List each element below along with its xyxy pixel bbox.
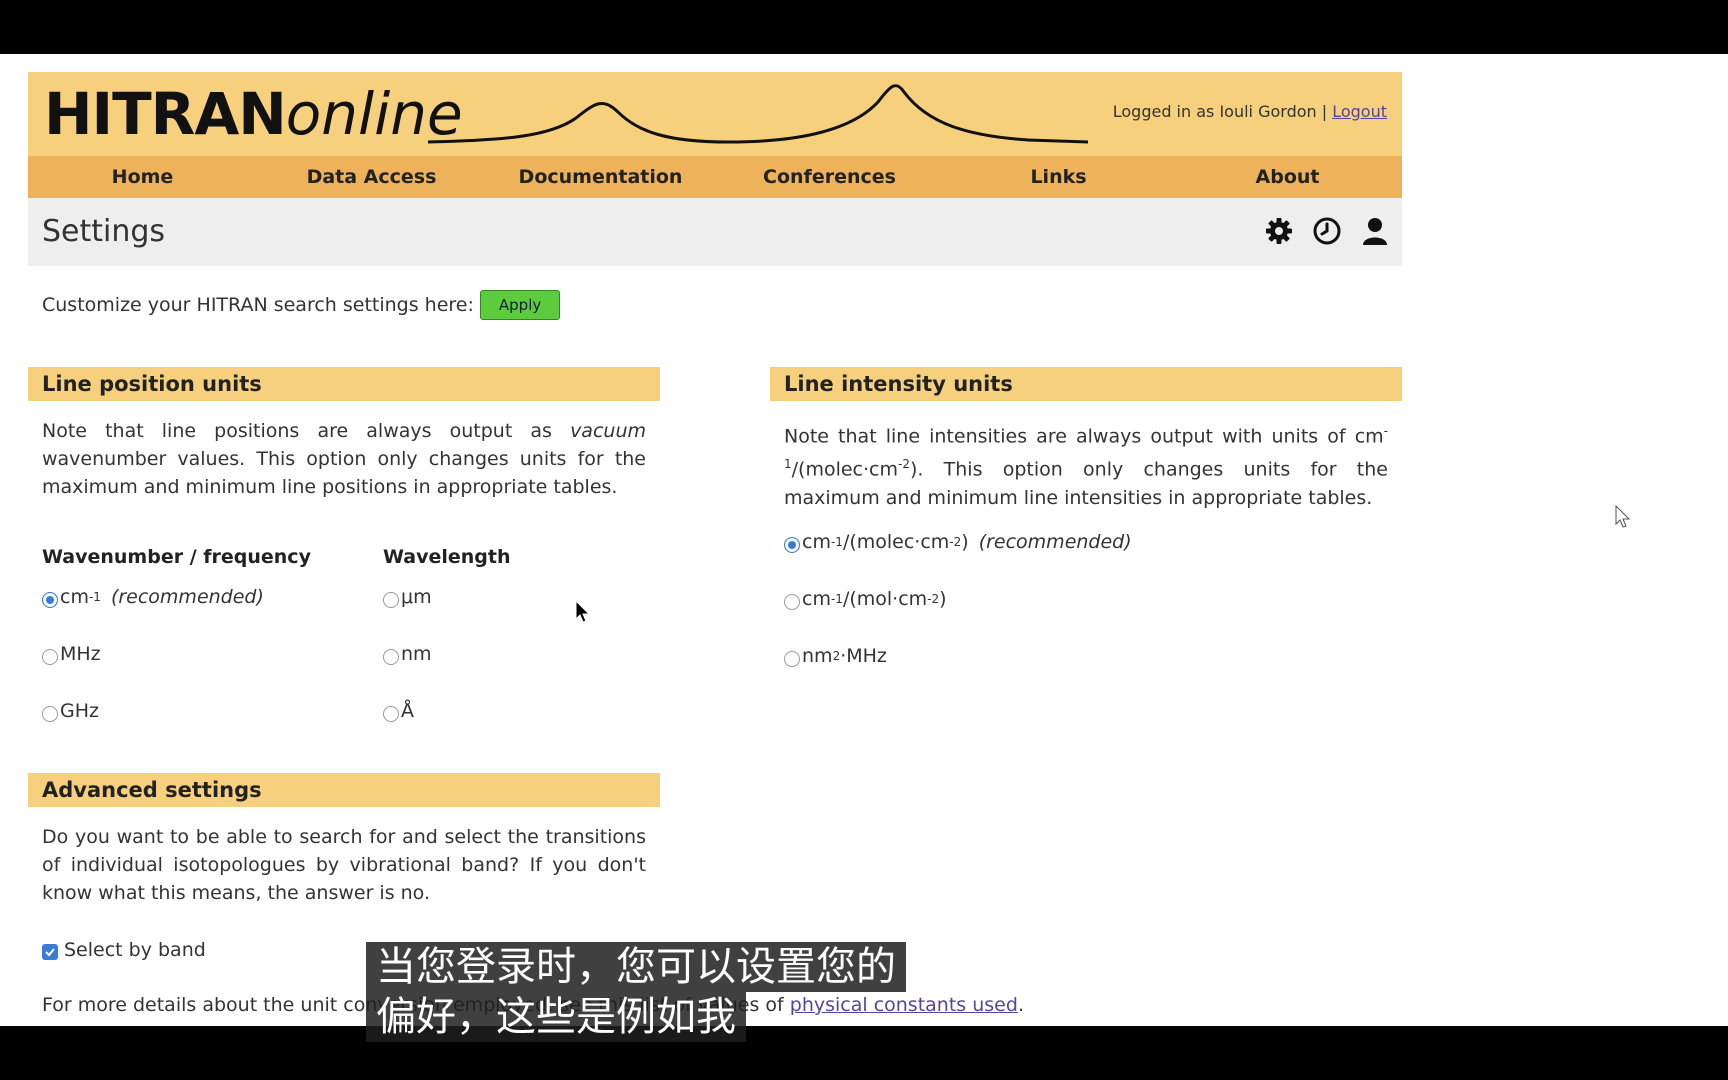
line-intensity-heading: Line intensity units (770, 367, 1402, 401)
option-label: MHz (60, 643, 101, 665)
clock-icon[interactable] (1312, 216, 1342, 246)
option-mhz[interactable]: MHz (42, 643, 101, 665)
option-label: cm (802, 531, 831, 553)
note-unit: /(molec·cm (791, 458, 898, 481)
mouse-cursor-icon (575, 600, 591, 623)
page-title: Settings (42, 214, 166, 249)
radio-cm-molec[interactable] (784, 537, 800, 553)
advanced-note: Do you want to be able to search for and… (42, 826, 646, 904)
note-italic: vacuum (570, 420, 646, 442)
login-text: Logged in as Iouli Gordon | (1112, 102, 1328, 121)
option-label: ) (939, 588, 947, 610)
nav-documentation[interactable]: Documentation (486, 156, 715, 198)
radio-angstrom[interactable] (383, 706, 399, 722)
line-position-heading: Line position units (28, 367, 660, 401)
title-bar: Settings (28, 198, 1402, 266)
recommended-note: (recommended) (978, 531, 1132, 553)
gear-icon[interactable] (1264, 216, 1294, 246)
option-label: nm (401, 643, 432, 665)
note-text: Note that line positions are always outp… (42, 420, 571, 442)
site-header: HITRANonline Logged in as Iouli Gordon |… (28, 72, 1402, 156)
option-label: /(molec·cm (842, 531, 950, 553)
logo-italic-text: online (285, 80, 463, 148)
user-icon[interactable] (1360, 216, 1390, 246)
note-text-end: wavenumber values. This option only chan… (42, 448, 646, 498)
note-unit: cm (1354, 425, 1384, 448)
nav-home[interactable]: Home (28, 156, 257, 198)
customize-row: Customize your HITRAN search settings he… (42, 290, 561, 320)
note-sup: -2 (898, 457, 910, 472)
option-label: ·MHz (840, 645, 887, 667)
logout-link[interactable]: Logout (1332, 102, 1387, 121)
login-status: Logged in as Iouli Gordon | Logout (1113, 102, 1387, 121)
option-label: cm (802, 588, 831, 610)
video-subtitle: 当您登录时，您可以设置您的 偏好，这些是例如我 (366, 942, 950, 1042)
option-angstrom[interactable]: Å (383, 700, 414, 722)
advanced-heading: Advanced settings (28, 773, 660, 807)
option-ghz[interactable]: GHz (42, 700, 99, 722)
customize-text: Customize your HITRAN search settings he… (42, 294, 474, 316)
logo-bold-text: HITRAN (44, 80, 287, 148)
apply-button[interactable]: Apply (479, 290, 561, 320)
option-sup: -2 (949, 535, 962, 549)
option-label: nm (802, 645, 833, 667)
select-by-band-option[interactable]: Select by band (42, 939, 206, 961)
option-sup: 2 (832, 649, 841, 663)
option-cm-1[interactable]: cm -1 (recommended) (42, 586, 264, 608)
radio-mhz[interactable] (42, 649, 58, 665)
nav-links[interactable]: Links (944, 156, 1173, 198)
option-sup: -2 (927, 592, 940, 606)
wavelength-heading: Wavelength (383, 546, 511, 568)
nav-data-access[interactable]: Data Access (257, 156, 486, 198)
recommended-note: (recommended) (110, 586, 264, 608)
radio-cm-mol[interactable] (784, 594, 800, 610)
toolbar-icons (1264, 216, 1390, 246)
line-intensity-note: Note that line intensities are always ou… (784, 417, 1388, 512)
option-sup: -1 (88, 590, 101, 604)
option-cm-mol[interactable]: cm -1/(mol·cm -2) (784, 588, 947, 610)
option-label: /(mol·cm (842, 588, 928, 610)
option-label: μm (401, 586, 432, 608)
option-nm[interactable]: nm (383, 643, 432, 665)
line-position-note: Note that line positions are always outp… (42, 417, 646, 501)
option-label: cm (60, 586, 89, 608)
option-cm-molec[interactable]: cm -1/(molec·cm -2) (recommended) (784, 531, 1132, 553)
subtitle-line-1: 当您登录时，您可以设置您的 (366, 942, 906, 992)
option-um[interactable]: μm (383, 586, 432, 608)
option-nm2-mhz[interactable]: nm 2 ·MHz (784, 645, 887, 667)
nav-conferences[interactable]: Conferences (715, 156, 944, 198)
checkbox-label: Select by band (64, 939, 206, 961)
select-by-band-checkbox[interactable] (42, 944, 58, 960)
radio-nm2-mhz[interactable] (784, 651, 800, 667)
main-nav: Home Data Access Documentation Conferenc… (28, 156, 1402, 198)
nav-about[interactable]: About (1173, 156, 1402, 198)
wavenumber-heading: Wavenumber / frequency (42, 546, 311, 568)
option-sup: -1 (830, 592, 843, 606)
option-label: GHz (60, 700, 99, 722)
option-label: ) (961, 531, 969, 553)
subtitle-line-2: 偏好，这些是例如我 (366, 992, 746, 1042)
checkmark-icon (45, 948, 55, 957)
footer-end: . (1017, 994, 1024, 1016)
option-sup: -1 (830, 535, 843, 549)
radio-cm-1[interactable] (42, 592, 58, 608)
note-text: Note that line intensities are always ou… (784, 425, 1346, 448)
radio-um[interactable] (383, 592, 399, 608)
page: HITRANonline Logged in as Iouli Gordon |… (0, 54, 1728, 1026)
site-logo[interactable]: HITRANonline (44, 80, 463, 148)
option-label: Å (401, 700, 414, 722)
radio-nm[interactable] (383, 649, 399, 665)
radio-ghz[interactable] (42, 706, 58, 722)
secondary-cursor-icon (1615, 505, 1631, 528)
